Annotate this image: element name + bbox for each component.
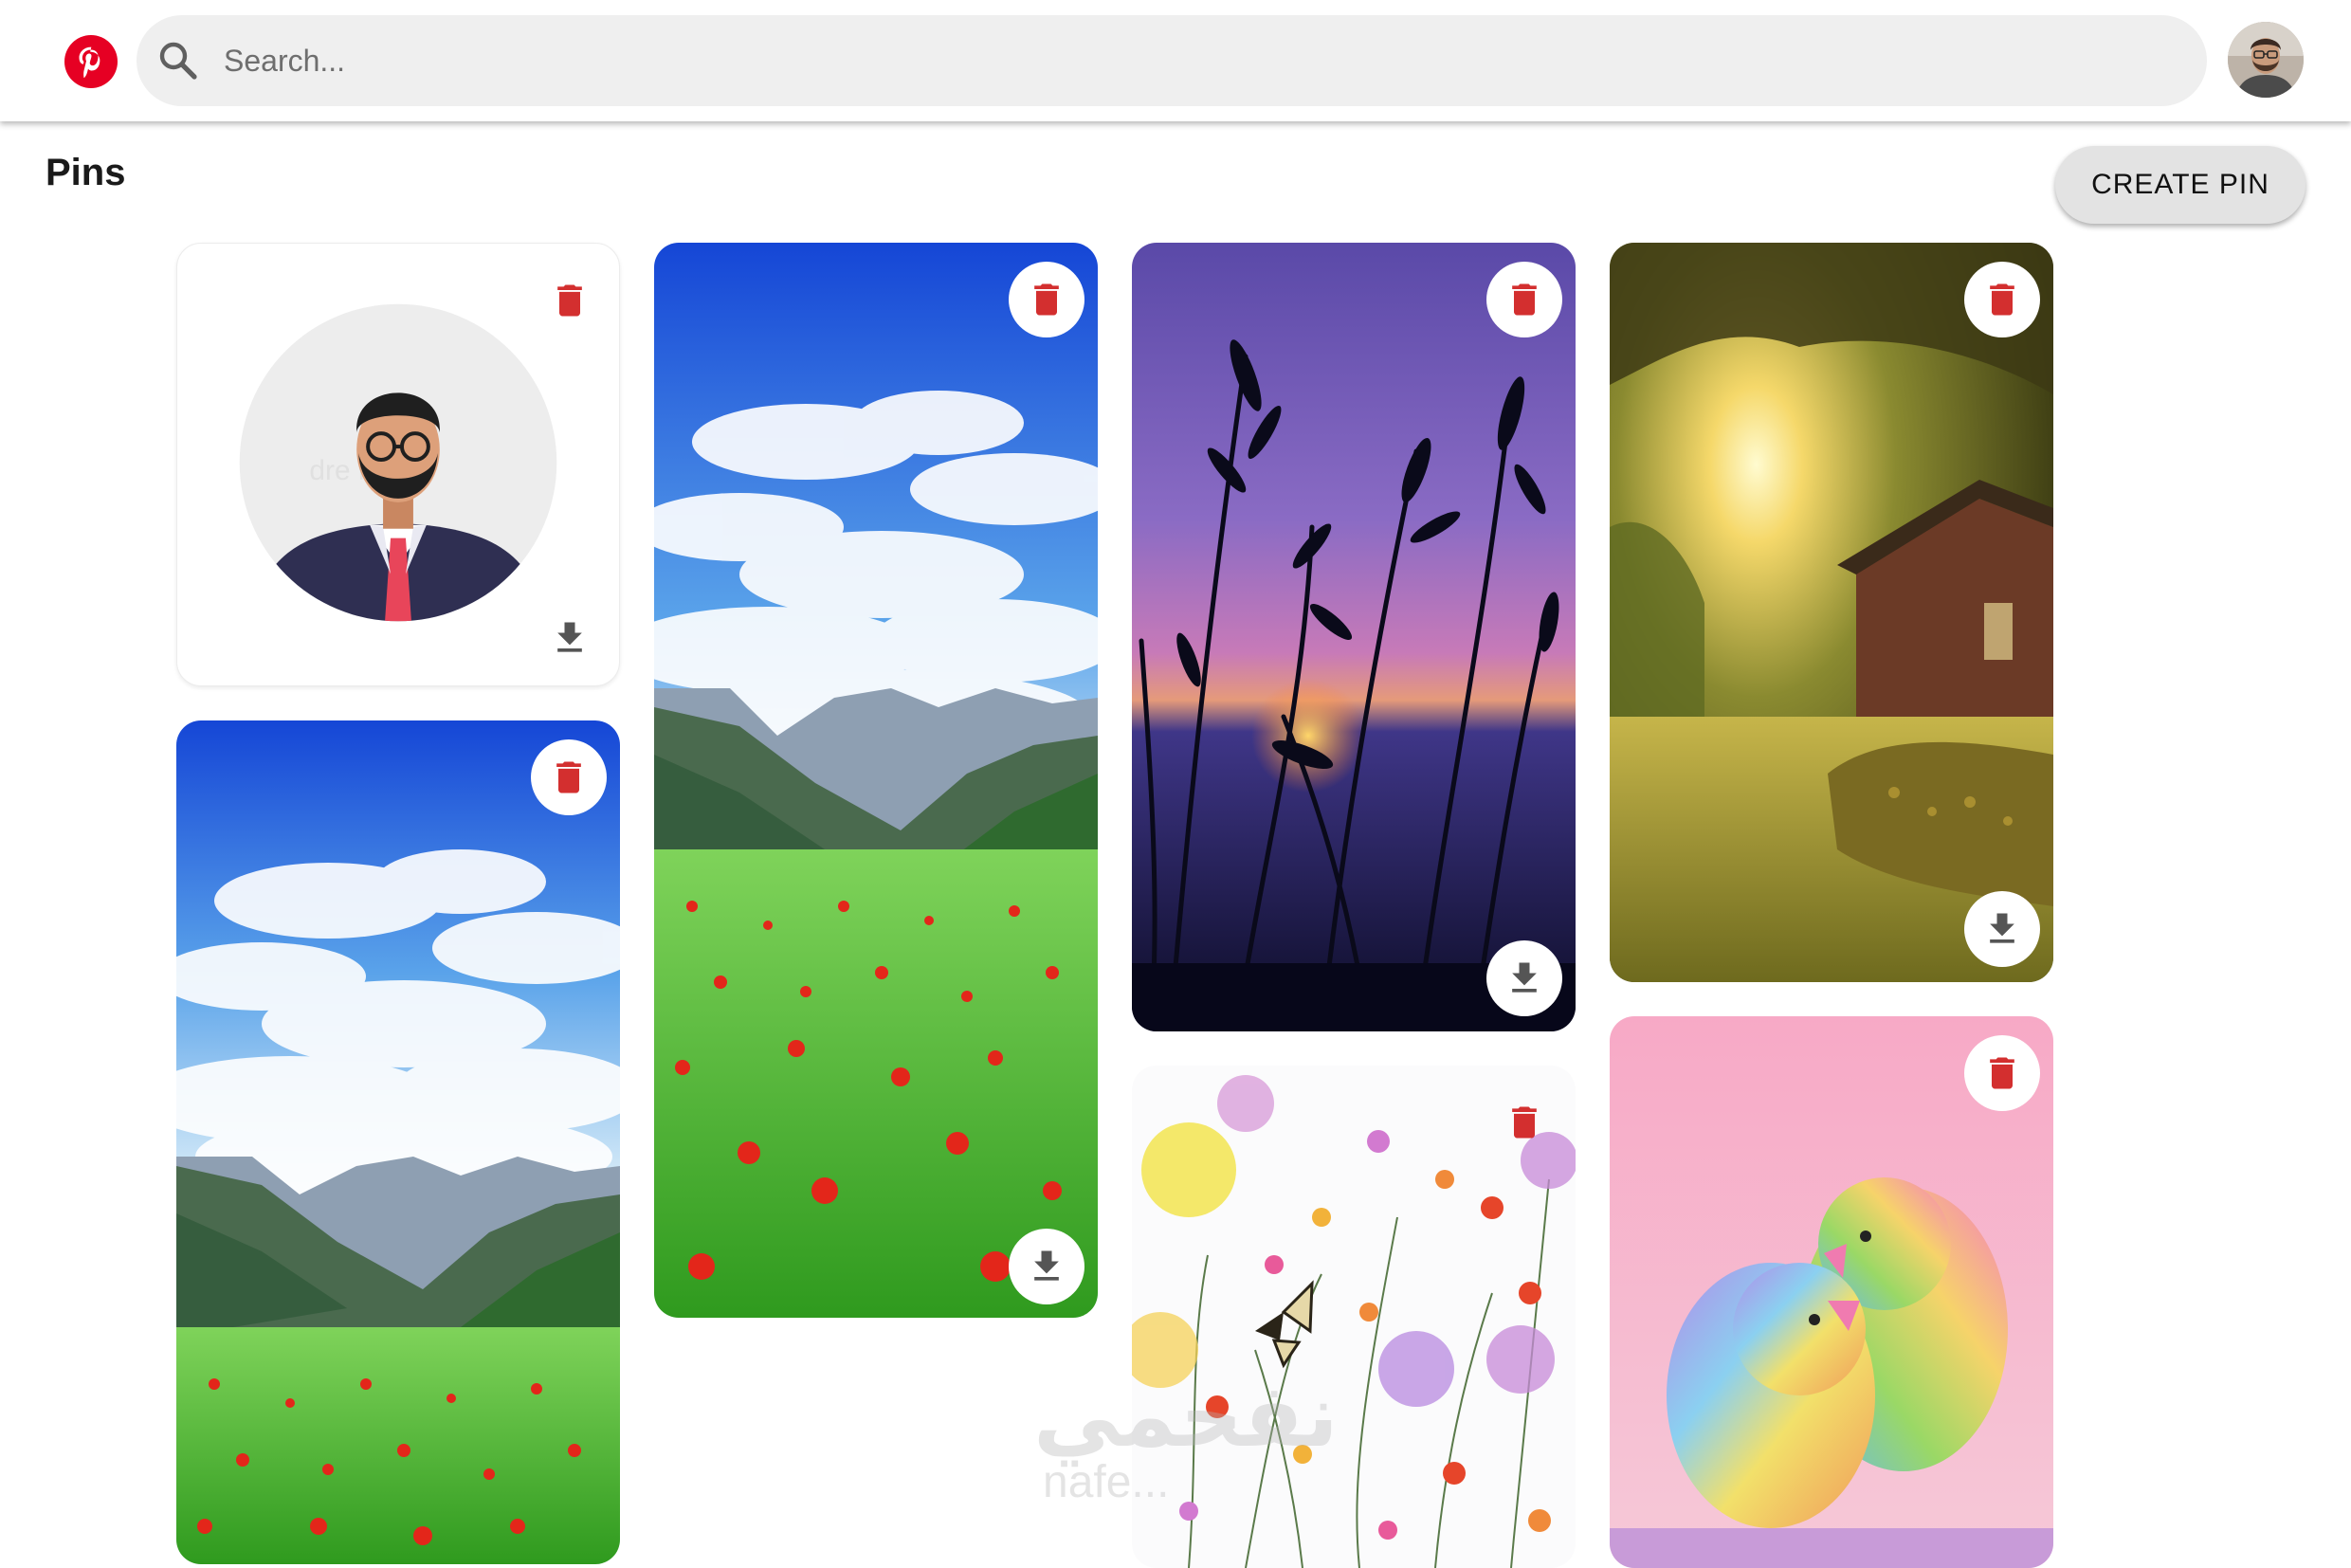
watermark: نفحمي nafe... — [1024, 1365, 1346, 1517]
search-bar[interactable] — [137, 15, 2207, 106]
delete-pin-button[interactable] — [1964, 1035, 2040, 1111]
delete-icon — [1512, 1106, 1537, 1139]
delete-icon — [1990, 1057, 2014, 1089]
download-icon — [1034, 1250, 1059, 1281]
watermark-latin: nafe... — [1043, 1457, 1170, 1507]
app-header — [0, 0, 2351, 121]
delete-pin-button[interactable] — [1009, 262, 1084, 337]
download-pin-button[interactable] — [532, 600, 608, 676]
delete-pin-button[interactable] — [1964, 262, 2040, 337]
pin-image — [1610, 243, 2053, 982]
pin-image — [176, 720, 620, 1564]
search-input[interactable] — [224, 32, 2177, 89]
watermark-arabic: نفحمي — [1033, 1365, 1339, 1467]
pin-card[interactable] — [1610, 1016, 2053, 1568]
delete-icon — [1034, 283, 1059, 316]
download-icon — [557, 622, 582, 652]
delete-pin-button[interactable] — [1486, 1085, 1562, 1160]
delete-icon — [557, 284, 582, 317]
create-pin-button[interactable]: CREATE PIN — [2055, 146, 2305, 224]
search-icon[interactable] — [155, 38, 201, 83]
pin-card[interactable] — [654, 243, 1098, 1318]
delete-pin-button[interactable] — [1486, 262, 1562, 337]
delete-pin-button[interactable] — [532, 263, 608, 338]
download-pin-button[interactable] — [1486, 940, 1562, 1016]
download-pin-button[interactable] — [1964, 891, 2040, 967]
download-icon — [1990, 913, 2014, 943]
delete-icon — [1512, 283, 1537, 316]
pin-card[interactable] — [1610, 243, 2053, 982]
pin-image — [1132, 243, 1576, 1031]
pin-image — [654, 243, 1098, 1318]
pin-card[interactable]: dre me. — [176, 243, 620, 686]
download-icon — [1512, 962, 1537, 993]
download-pin-button[interactable] — [1009, 1229, 1084, 1304]
user-avatar[interactable] — [2228, 22, 2304, 98]
delete-icon — [1990, 283, 2014, 316]
pin-card[interactable] — [1132, 243, 1576, 1031]
delete-pin-button[interactable] — [531, 739, 607, 815]
delete-icon — [556, 761, 581, 793]
page-title: Pins — [46, 152, 126, 193]
pin-card[interactable] — [176, 720, 620, 1564]
pinterest-logo-icon[interactable] — [64, 35, 118, 88]
